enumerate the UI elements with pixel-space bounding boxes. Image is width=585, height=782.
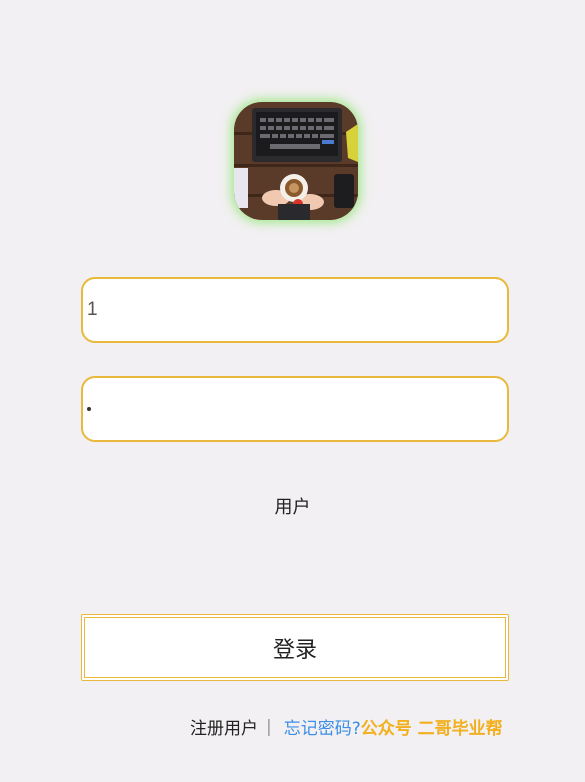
register-link[interactable]: 注册用户 [190,714,258,739]
login-page: 1 用户 登录 注册用户 | 忘记密码? 公众号 二哥毕业帮 [0,0,585,782]
footer-links: 注册用户 | 忘记密码? 公众号 二哥毕业帮 [190,714,503,740]
footer-separator: | [266,716,272,737]
app-logo-icon [234,102,358,220]
role-selector-label[interactable]: 用户 [0,493,585,519]
password-input[interactable] [81,376,509,442]
username-input[interactable]: 1 [81,277,509,343]
watermark-text: 公众号 二哥毕业帮 [360,719,503,739]
forgot-password-link[interactable]: 忘记密码? [284,714,361,739]
username-value: 1 [87,299,98,320]
login-button[interactable]: 登录 [81,614,509,681]
password-mask-dot [87,407,91,411]
